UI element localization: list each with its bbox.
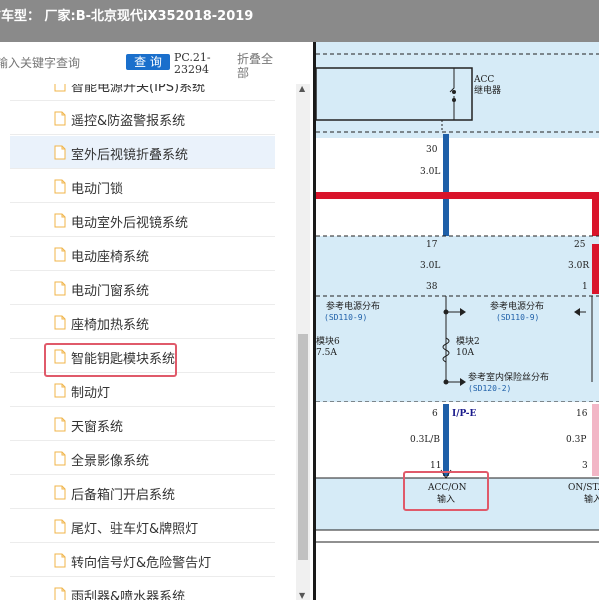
tree-item-label: 电动门锁 <box>71 182 124 197</box>
selected-item-highlight <box>44 343 177 377</box>
tree-item-label: 智能电源开关(IPS)系统 <box>71 84 206 95</box>
tree-item-label: 室外后视镜折叠系统 <box>71 148 189 163</box>
tree-item-label: 座椅加热系统 <box>71 318 150 333</box>
fuse-2-amp: 10A <box>456 348 474 358</box>
on-st-label: ON/ST. <box>568 483 599 493</box>
fuse-2: 模块2 <box>456 335 480 347</box>
tree-item-label: 全景影像系统 <box>71 454 150 469</box>
tree-item-label: 电动室外后视镜系统 <box>71 216 189 231</box>
wire-label-2: 3.0L <box>420 261 440 271</box>
tree-item-label: 天窗系统 <box>71 420 124 435</box>
document-icon <box>54 145 66 160</box>
search-input[interactable] <box>0 54 114 72</box>
document-icon <box>54 213 66 228</box>
ref-power-1: 参考电源分布 <box>326 300 380 312</box>
document-icon <box>54 247 66 262</box>
tree-item[interactable]: 室外后视镜折叠系统 <box>10 136 275 169</box>
scroll-down-arrow-icon[interactable]: ▼ <box>299 591 305 600</box>
scroll-up-arrow-icon[interactable]: ▲ <box>299 84 305 93</box>
title-bar: 前车型： 厂家:B-北京现代iX352018-2019 <box>0 0 599 42</box>
tree-item-label: 遥控&防盗警报系统 <box>71 114 186 129</box>
tree-item[interactable]: 电动室外后视镜系统 <box>10 204 275 237</box>
pin-17: 17 <box>426 240 438 250</box>
ref-power-2: 参考电源分布 <box>490 300 544 312</box>
pin-3: 3 <box>582 461 588 471</box>
pc-label: PC.21-23294 <box>174 51 211 76</box>
document-icon <box>54 553 66 568</box>
wire-label-5: 0.3P <box>566 435 586 445</box>
document-icon <box>54 111 66 126</box>
ref-fuse-code: (SD120-2) <box>468 384 511 393</box>
collapse-all-button[interactable]: 折叠全部 <box>237 52 279 80</box>
document-icon <box>54 587 66 600</box>
document-icon <box>54 485 66 500</box>
tree-item[interactable]: 后备箱门开启系统 <box>10 476 275 509</box>
tree-item[interactable]: 雨刮器&喷水器系统 <box>10 578 275 600</box>
fuse-6-amp: 7.5A <box>316 348 337 358</box>
acc-on-label: ACC/ON <box>427 483 467 493</box>
tree-item-label: 雨刮器&喷水器系统 <box>71 590 186 600</box>
tree-item-label: 电动座椅系统 <box>71 250 150 265</box>
window-title: 前车型： 厂家:B-北京现代iX352018-2019 <box>0 9 254 24</box>
left-panel: 查 询 PC.21-23294 折叠全部 智能电源开关(IPS)系统遥控&防盗警… <box>0 42 313 600</box>
search-button[interactable]: 查 询 <box>126 54 170 70</box>
ref-power-2-code: (SD110-9) <box>496 313 539 322</box>
ref-fuse: 参考室内保险丝分布 <box>468 371 549 383</box>
tree-item-label: 转向信号灯&危险警告灯 <box>71 556 212 571</box>
tree-item-label: 尾灯、驻车灯&牌照灯 <box>71 522 199 537</box>
wiring-diagram: ACC 继电器 30 3.0L 17 3.0L 38 25 3.0R 1 参考电… <box>316 42 599 600</box>
pin-25: 25 <box>574 240 586 250</box>
pin-16: 16 <box>576 409 588 419</box>
pin-30: 30 <box>426 145 438 155</box>
connector-ipe: I/P-E <box>452 409 477 419</box>
tree-item[interactable]: 电动座椅系统 <box>10 238 275 271</box>
wire-label-1: 3.0L <box>420 167 440 177</box>
pin-38: 38 <box>426 282 438 292</box>
pin-6: 6 <box>432 409 438 419</box>
pin-1: 1 <box>582 282 588 292</box>
vertical-scrollbar[interactable]: ▲ ▼ <box>296 84 310 600</box>
tree-item[interactable]: 遥控&防盗警报系统 <box>10 102 275 135</box>
tree-item-label: 制动灯 <box>71 386 111 401</box>
wire-label-4: 0.3L/B <box>410 435 440 445</box>
relay-label: ACC <box>473 75 494 85</box>
scroll-thumb[interactable] <box>298 334 308 560</box>
tree-item-label: 后备箱门开启系统 <box>71 488 176 503</box>
tree-item[interactable]: 制动灯 <box>10 374 275 407</box>
tree-item[interactable]: 座椅加热系统 <box>10 306 275 339</box>
relay-label-2: 继电器 <box>474 84 501 96</box>
document-icon <box>54 519 66 534</box>
on-st-input: 输入 <box>584 493 599 505</box>
document-icon <box>54 281 66 296</box>
document-icon <box>54 383 66 398</box>
acc-on-input: 输入 <box>437 493 455 505</box>
pin-11: 11 <box>430 461 441 471</box>
system-tree: 智能电源开关(IPS)系统遥控&防盗警报系统 室外后视镜折叠系统 电动门锁电动室外后… <box>0 84 296 600</box>
tree-item[interactable]: 电动门窗系统 <box>10 272 275 305</box>
wire-label-3: 3.0R <box>568 261 589 271</box>
tree-item[interactable]: 尾灯、驻车灯&牌照灯 <box>10 510 275 543</box>
document-icon <box>54 451 66 466</box>
document-icon <box>54 179 66 194</box>
tree-item[interactable]: 电动门锁 <box>10 170 275 203</box>
tree-item[interactable]: 全景影像系统 <box>10 442 275 475</box>
tree-item[interactable]: 转向信号灯&危险警告灯 <box>10 544 275 577</box>
tree-item[interactable]: 天窗系统 <box>10 408 275 441</box>
ref-power-1-code: (SD110-9) <box>324 313 367 322</box>
document-icon <box>54 84 66 92</box>
fuse-6: 模块6 <box>316 335 340 347</box>
tree-item-label: 电动门窗系统 <box>71 284 150 299</box>
document-icon <box>54 315 66 330</box>
document-icon <box>54 417 66 432</box>
tree-item[interactable]: 智能电源开关(IPS)系统 <box>10 84 275 101</box>
